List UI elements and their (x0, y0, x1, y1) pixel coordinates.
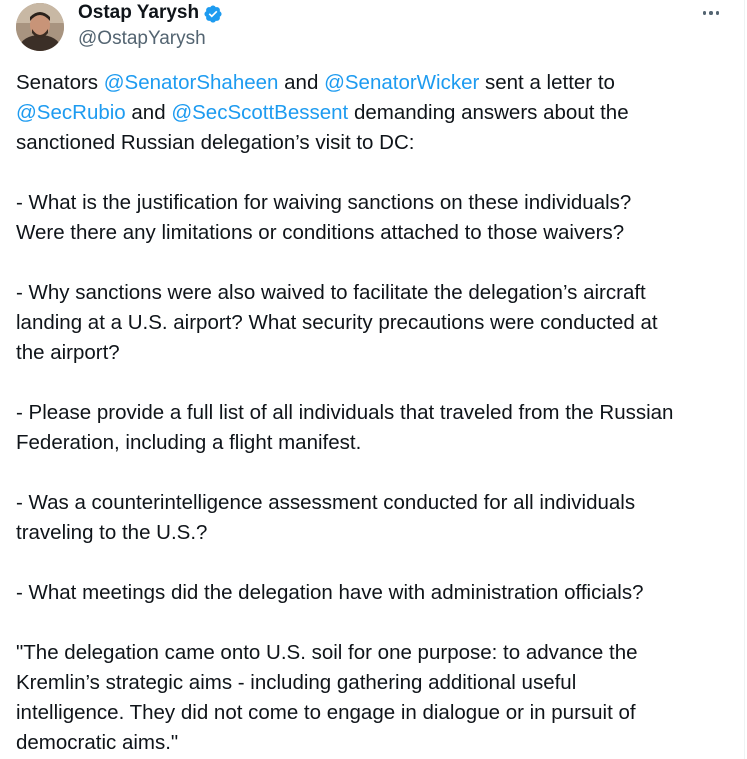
mention-link[interactable]: @SecScottBessent (171, 101, 348, 124)
tweet-line: - Why sanctions were also waived to faci… (16, 281, 646, 304)
tweet-card: Ostap Yarysh @OstapYarysh Senators @Sena… (0, 0, 745, 759)
author-handle[interactable]: @OstapYarysh (78, 27, 206, 51)
mention-link[interactable]: @SecRubio (16, 101, 126, 124)
tweet-text: Senators @SenatorShaheen and @SenatorWic… (16, 68, 731, 758)
tweet-line: Senators @SenatorShaheen and @SenatorWic… (16, 71, 615, 94)
tweet-line: - What meetings did the delegation have … (16, 581, 644, 604)
tweet-line: intelligence. They did not come to engag… (16, 701, 636, 724)
tweet-line: democratic aims." (16, 731, 179, 754)
mention-link[interactable]: @SenatorWicker (324, 71, 479, 94)
tweet-line: the airport? (16, 341, 120, 364)
tweet-line: - What is the justification for waiving … (16, 191, 632, 214)
tweet-line: "The delegation came onto U.S. soil for … (16, 641, 638, 664)
author-name-row: Ostap Yarysh (78, 1, 223, 25)
tweet-line: - Was a counterintelligence assessment c… (16, 491, 636, 514)
tweet-line: - Please provide a full list of all indi… (16, 401, 674, 424)
author-display-name[interactable]: Ostap Yarysh (78, 1, 199, 25)
tweet-line: Were there any limitations or conditions… (16, 221, 625, 244)
tweet-line: Kremlin’s strategic aims - including gat… (16, 671, 577, 694)
avatar[interactable] (16, 3, 64, 51)
tweet-line: @SecRubio and @SecScottBessent demanding… (16, 101, 629, 124)
mention-link[interactable]: @SenatorShaheen (104, 71, 279, 94)
verified-badge-icon (203, 4, 223, 24)
avatar-image (16, 3, 64, 51)
tweet-line: sanctioned Russian delegation’s visit to… (16, 131, 415, 154)
tweet-line: Federation, including a flight manifest. (16, 431, 362, 454)
more-options-icon[interactable] (700, 2, 722, 24)
tweet-line: landing at a U.S. airport? What security… (16, 311, 658, 334)
tweet-line: traveling to the U.S.? (16, 521, 208, 544)
